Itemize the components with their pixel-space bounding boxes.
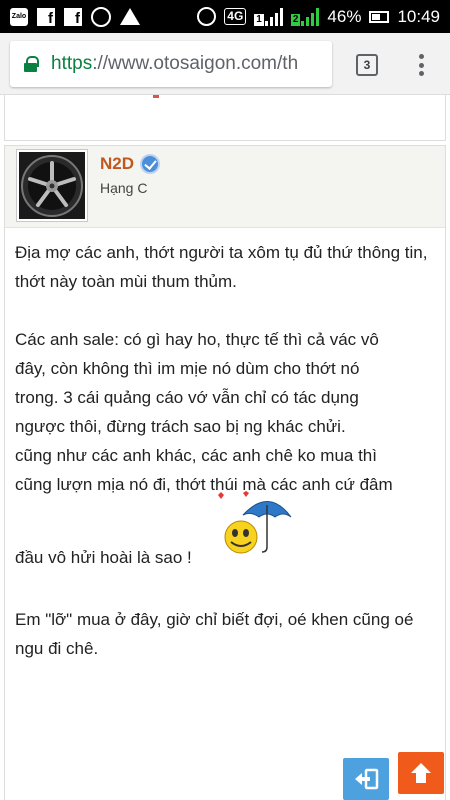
paragraph-2: Các anh sale: có gì hay ho, thực tế thì … xyxy=(15,325,435,576)
tab-count: 3 xyxy=(363,58,371,72)
previous-post-marker xyxy=(153,95,159,98)
arrow-up-icon xyxy=(411,763,431,783)
url-host: ://www.otosaigon.com/th xyxy=(92,53,299,74)
author-rank: Hạng C xyxy=(100,180,148,196)
signal-sim2-icon xyxy=(301,7,320,26)
network-type: 4G xyxy=(224,8,247,25)
notification-icons: Zalo f f xyxy=(10,6,140,27)
overflow-menu-icon[interactable] xyxy=(416,52,426,78)
battery-icon xyxy=(369,10,390,23)
post-header: N2D Hạng C xyxy=(5,146,445,228)
avatar[interactable] xyxy=(16,149,88,222)
previous-post xyxy=(4,95,446,141)
author-label[interactable]: N2D xyxy=(100,154,134,174)
paragraph-2-line: ngược thôi, đừng trách sao bị ng khác ch… xyxy=(15,417,346,436)
browser-toolbar: https://www.otosaigon.com/th 3 xyxy=(0,33,450,95)
delta-icon xyxy=(120,8,140,25)
clock: 10:49 xyxy=(397,6,440,26)
sim2-label: 2 xyxy=(290,13,301,26)
umbrella-smiley-emoticon xyxy=(218,491,292,554)
paragraph-2-last-line: đầu vô hửi hoài là sao ! xyxy=(15,491,435,576)
sign-out-icon xyxy=(355,768,379,790)
signal-sim1-icon xyxy=(264,7,283,26)
forum-post: N2D Hạng C Địa mợ các anh, thớt người ta… xyxy=(4,145,446,800)
viber-icon xyxy=(91,6,111,27)
tab-switcher-button[interactable]: 3 xyxy=(356,54,378,76)
paragraph-2-line: cũng như các anh khác, các anh chê ko mu… xyxy=(15,446,377,465)
facebook-icon: f xyxy=(37,7,55,26)
address-bar[interactable]: https://www.otosaigon.com/th xyxy=(10,41,332,87)
alloy-wheel-image xyxy=(19,152,85,219)
author-name[interactable]: N2D xyxy=(100,154,161,174)
lock-icon xyxy=(24,56,39,72)
zalo-label: Zalo xyxy=(11,13,27,20)
battery-percent: 46% xyxy=(327,6,362,26)
paragraph-3: Em "lỡ" mua ở đây, giờ chỉ biết đợi, oé … xyxy=(15,610,414,658)
facebook-icon: f xyxy=(64,7,82,26)
paragraph-2-line: trong. 3 cái quảng cáo vớ vẫn chỉ có tác… xyxy=(15,388,359,407)
sim1-label: 1 xyxy=(254,13,264,26)
alarm-icon xyxy=(197,7,217,26)
paragraph-2-line: đây, còn không thì im mịe nó dùm cho thớ… xyxy=(15,359,360,378)
paragraph-1: Địa mợ các anh, thớt người ta xôm tụ đủ … xyxy=(15,243,428,291)
url-text: https://www.otosaigon.com/th xyxy=(51,53,298,75)
scroll-to-top-button[interactable] xyxy=(398,752,444,794)
paragraph-2-line: Các anh sale: có gì hay ho, thực tế thì … xyxy=(15,330,379,349)
web-page: N2D Hạng C Địa mợ các anh, thớt người ta… xyxy=(0,95,450,800)
post-body: Địa mợ các anh, thớt người ta xôm tụ đủ … xyxy=(5,228,445,663)
exit-button[interactable] xyxy=(343,758,389,800)
paragraph-2-line: đầu vô hửi hoài là sao ! xyxy=(15,548,192,567)
url-scheme: https xyxy=(51,53,93,74)
status-bar: Zalo f f 4G 1 2 46% 10:49 xyxy=(0,0,450,33)
verified-badge-icon xyxy=(140,154,161,174)
zalo-icon: Zalo xyxy=(10,7,28,26)
